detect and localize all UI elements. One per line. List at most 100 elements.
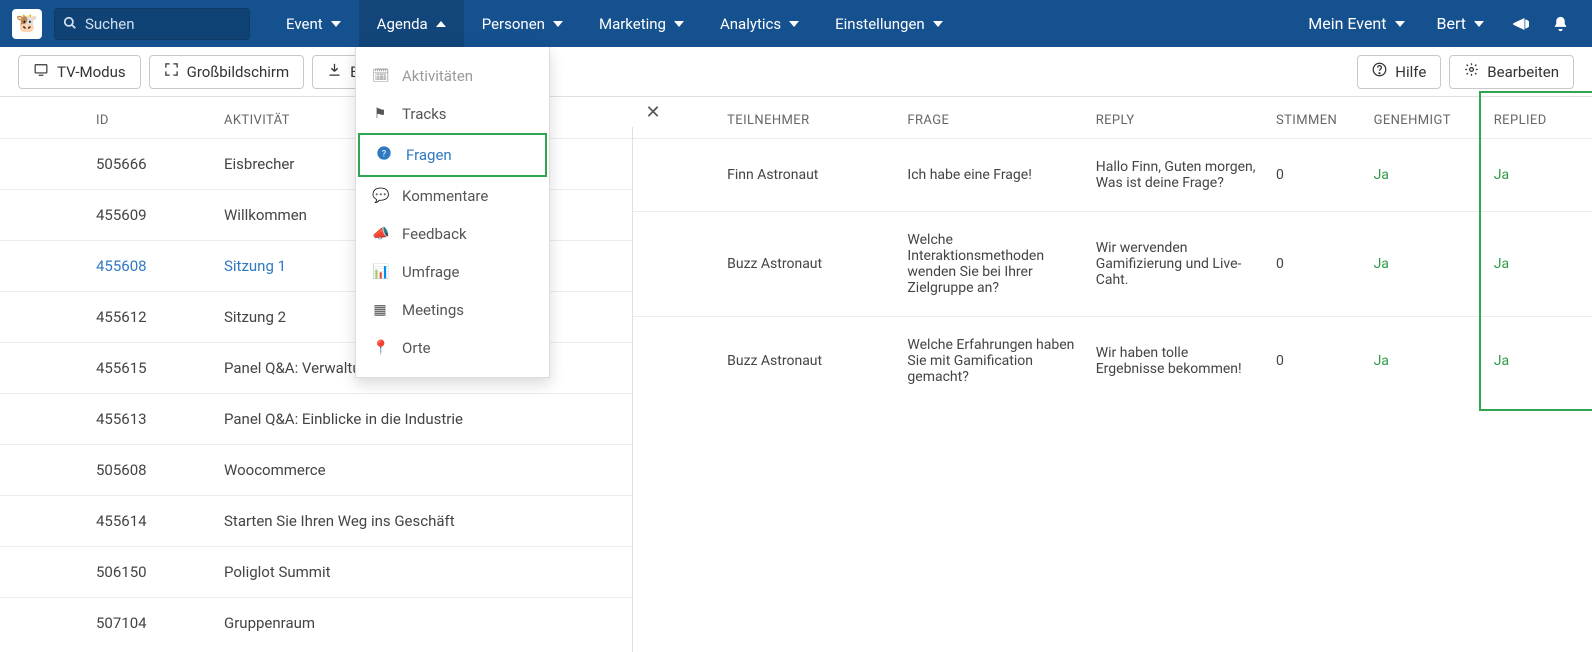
table-row[interactable]: 455614Starten Sie Ihren Weg ins Geschäft (0, 496, 632, 547)
table-icon: ▦ (372, 302, 388, 318)
cell-replied: Ja (1484, 212, 1592, 317)
flag-icon: ⚑ (372, 106, 388, 122)
dropdown-item-fragen[interactable]: ? Fragen (358, 133, 547, 177)
nav-einstellungen[interactable]: Einstellungen (817, 0, 961, 47)
cell-frage: Welche Erfahrungen haben Sie mit Gamific… (897, 317, 1085, 406)
cell-replied: Ja (1484, 317, 1592, 406)
dropdown-item-aktivitaeten[interactable]: 🗓 Aktivitäten (356, 57, 549, 95)
button-label: Bearbeiten (1487, 63, 1559, 81)
cell-id: 455612 (0, 292, 210, 343)
map-marker-icon: 📍 (372, 340, 388, 356)
cell-genehmigt: Ja (1364, 139, 1484, 212)
col-genehmigt: GENEHMIGT (1364, 97, 1484, 139)
cell-genehmigt: Ja (1364, 317, 1484, 406)
table-row[interactable]: 506150Poliglot Summit (0, 547, 632, 598)
dropdown-item-kommentare[interactable]: 💬 Kommentare (356, 177, 549, 215)
edit-button[interactable]: Bearbeiten (1449, 55, 1574, 89)
dropdown-item-label: Fragen (406, 146, 452, 164)
close-icon: ✕ (645, 102, 660, 123)
cell-spacer (633, 212, 717, 317)
fullscreen-button[interactable]: Großbildschirm (149, 55, 305, 89)
nav-marketing[interactable]: Marketing (581, 0, 702, 47)
table-row[interactable]: 507104Gruppenraum (0, 598, 632, 649)
cell-id: 505666 (0, 139, 210, 190)
main-menu: Event Agenda Personen Marketing Analytic… (268, 0, 961, 47)
cell-activity: Poliglot Summit (210, 547, 632, 598)
cell-reply: Wir haben tolle Ergebnisse bekommen! (1086, 317, 1266, 406)
agenda-dropdown: 🗓 Aktivitäten ⚑ Tracks ? Fragen 💬 Kommen… (355, 47, 550, 378)
nav-personen[interactable]: Personen (464, 0, 581, 47)
cell-id: 455615 (0, 343, 210, 394)
dropdown-item-label: Kommentare (402, 187, 488, 205)
dropdown-item-orte[interactable]: 📍 Orte (356, 329, 549, 367)
search-icon (63, 16, 77, 34)
nav-event[interactable]: Event (268, 0, 359, 47)
col-replied: REPLIED (1484, 97, 1592, 139)
dropdown-item-label: Feedback (402, 225, 467, 243)
cell-stimmen: 0 (1266, 139, 1364, 212)
gear-icon (1464, 62, 1479, 81)
col-frage: FRAGE (897, 97, 1085, 139)
cell-replied: Ja (1484, 139, 1592, 212)
dropdown-item-tracks[interactable]: ⚑ Tracks (356, 95, 549, 133)
table-row[interactable]: Finn AstronautIch habe eine Frage!Hallo … (633, 139, 1592, 212)
table-row[interactable]: 505608Woocommerce (0, 445, 632, 496)
fullscreen-icon (164, 62, 179, 81)
cell-teilnehmer: Buzz Astronaut (717, 317, 897, 406)
cell-id: 506150 (0, 547, 210, 598)
col-stimmen: STIMMEN (1266, 97, 1364, 139)
questions-table: TEILNEHMER FRAGE REPLY STIMMEN GENEHMIGT… (633, 97, 1592, 405)
navbar-right: Mein Event Bert (1292, 0, 1580, 47)
col-reply: REPLY (1086, 97, 1266, 139)
search-input[interactable] (54, 8, 250, 40)
close-pane-button[interactable]: ✕ (631, 97, 675, 127)
cell-frage: Ich habe eine Frage! (897, 139, 1085, 212)
question-circle-icon: ? (376, 145, 392, 165)
help-icon (1372, 62, 1387, 81)
cell-frage: Welche Interaktionsmethoden wenden Sie b… (897, 212, 1085, 317)
cell-spacer (633, 317, 717, 406)
svg-text:?: ? (382, 148, 387, 159)
cell-activity: Starten Sie Ihren Weg ins Geschäft (210, 496, 632, 547)
notifications-icon[interactable] (1540, 0, 1580, 47)
poll-icon: 📊 (372, 264, 388, 280)
bullhorn-icon: 📣 (372, 226, 388, 242)
cell-id: 455609 (0, 190, 210, 241)
cell-teilnehmer: Finn Astronaut (717, 139, 897, 212)
cell-id: 505608 (0, 445, 210, 496)
nav-user[interactable]: Bert (1421, 0, 1501, 47)
questions-pane: ✕ TEILNEHMER FRAGE REPLY STIMMEN GENEHMI… (632, 97, 1592, 652)
dropdown-item-meetings[interactable]: ▦ Meetings (356, 291, 549, 329)
dropdown-item-feedback[interactable]: 📣 Feedback (356, 215, 549, 253)
dropdown-item-label: Meetings (402, 301, 464, 319)
cell-activity: Panel Q&A: Einblicke in die Industrie (210, 394, 632, 445)
cell-activity: Woocommerce (210, 445, 632, 496)
announcements-icon[interactable] (1500, 0, 1540, 47)
nav-my-event[interactable]: Mein Event (1292, 0, 1420, 47)
col-id: ID (0, 97, 210, 139)
cell-teilnehmer: Buzz Astronaut (717, 212, 897, 317)
button-label: Hilfe (1395, 63, 1426, 81)
table-row[interactable]: Buzz AstronautWelche Interaktionsmethode… (633, 212, 1592, 317)
cell-genehmigt: Ja (1364, 212, 1484, 317)
comment-icon: 💬 (372, 188, 388, 204)
col-teilnehmer: TEILNEHMER (717, 97, 897, 139)
tv-mode-button[interactable]: TV-Modus (18, 55, 141, 89)
nav-agenda[interactable]: Agenda (359, 0, 464, 47)
cell-id: 455608 (0, 241, 210, 292)
app-logo[interactable]: 🐮 (12, 9, 42, 39)
cell-reply: Hallo Finn, Guten morgen, Was ist deine … (1086, 139, 1266, 212)
cell-id: 455614 (0, 496, 210, 547)
calendar-icon: 🗓 (372, 68, 388, 84)
cell-id: 455613 (0, 394, 210, 445)
toolbar: TV-Modus Großbildschirm Bericht Hilfe Be… (0, 47, 1592, 97)
download-icon (327, 62, 342, 81)
cell-reply: Wir wervenden Gamifizierung und Live-Cah… (1086, 212, 1266, 317)
dropdown-item-label: Orte (402, 339, 431, 357)
table-row[interactable]: Buzz AstronautWelche Erfahrungen haben S… (633, 317, 1592, 406)
help-button[interactable]: Hilfe (1357, 55, 1441, 89)
cell-spacer (633, 139, 717, 212)
nav-analytics[interactable]: Analytics (702, 0, 817, 47)
dropdown-item-umfrage[interactable]: 📊 Umfrage (356, 253, 549, 291)
table-row[interactable]: 455613Panel Q&A: Einblicke in die Indust… (0, 394, 632, 445)
